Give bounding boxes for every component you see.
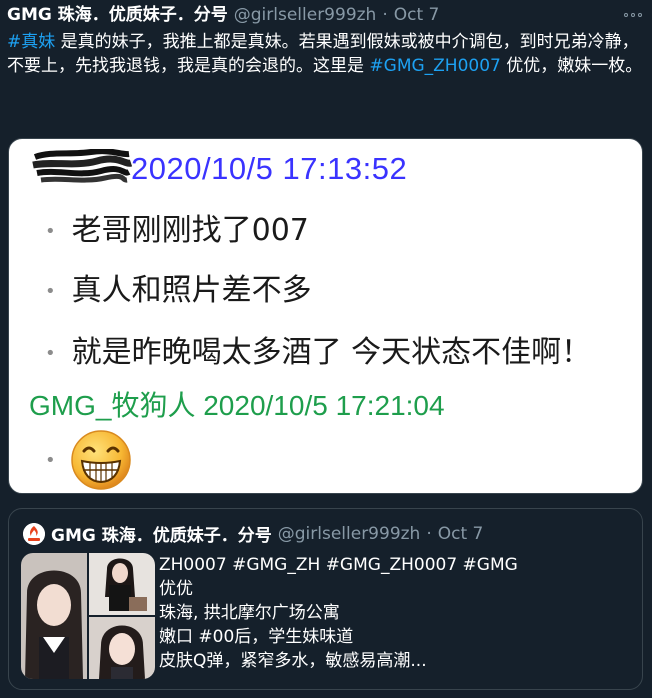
quoted-text-line: ZH0007 #GMG_ZH #GMG_ZH0007 #GMG	[159, 555, 518, 575]
tweet-header: GMG 珠海．优质妹子．分号 @girlseller999zh · Oct 7	[7, 3, 642, 27]
quoted-text-line: 优优	[159, 579, 193, 599]
hashtag-link[interactable]: #GMG_ZH0007	[369, 56, 500, 76]
avatar[interactable]	[23, 522, 45, 545]
chat-timestamp: 2020/10/5 17:13:52	[131, 151, 408, 186]
media-thumbnail[interactable]	[21, 553, 87, 679]
chat-message-text: 老哥刚刚找了007	[71, 213, 309, 248]
bullet: •	[45, 281, 56, 302]
hashtag-link[interactable]: #真妹	[7, 32, 55, 52]
chat-message: • 就是昨晚喝太多酒了 今天状态不佳啊！	[45, 327, 591, 371]
gmg-logo-icon	[23, 522, 45, 545]
chat-message: • 老哥刚刚找了007	[45, 205, 309, 249]
quoted-text-line: 珠海, 拱北摩尔广场公寓	[159, 603, 340, 623]
quoted-text-line: 皮肤Q弹，紧窄多水，敏感易高潮...	[159, 651, 427, 671]
chat-message-text: 就是昨晚喝太多酒了 今天状态不佳啊！	[71, 335, 592, 370]
quoted-media-grid[interactable]	[21, 553, 155, 679]
separator-dot: ·	[426, 523, 432, 544]
bullet: •	[45, 221, 56, 242]
quoted-tweet[interactable]: GMG 珠海．优质妹子．分号 @girlseller999zh · Oct 7	[8, 508, 643, 690]
bullet: •	[45, 449, 56, 471]
more-options-icon[interactable]	[624, 13, 642, 17]
quoted-author-handle: @girlseller999zh	[277, 523, 421, 544]
chat-message: • 真人和照片差不多	[45, 265, 312, 309]
separator-dot: ·	[382, 5, 388, 25]
photo-thumbnail-icon	[21, 553, 87, 679]
chat-emoji-message: •	[45, 429, 132, 491]
author-handle[interactable]: @girlseller999zh	[234, 4, 377, 26]
quoted-tweet-header: GMG 珠海．优质妹子．分号 @girlseller999zh · Oct 7	[23, 521, 632, 546]
tweet-date[interactable]: Oct 7	[394, 4, 440, 26]
quoted-tweet-date: Oct 7	[437, 523, 484, 544]
chat-reply-user: GMG_牧狗人 2020/10/5 17:21:04	[29, 390, 445, 421]
photo-thumbnail-icon	[89, 553, 155, 615]
tweet-media-image[interactable]: 2020/10/5 17:13:52 • 老哥刚刚找了007 • 真人和照片差不多 …	[8, 138, 643, 494]
redacted-name-scribble	[32, 149, 133, 183]
media-thumbnail[interactable]	[89, 617, 155, 679]
tweet[interactable]: GMG 珠海．优质妹子．分号 @girlseller999zh · Oct 7 …	[0, 0, 652, 698]
photo-thumbnail-icon	[89, 617, 155, 679]
grinning-face-icon	[70, 430, 131, 490]
media-thumbnail[interactable]	[89, 553, 155, 615]
tweet-text: #真妹 是真的妹子，我推上都是真妹。若果遇到假妹或被中介调包，到时兄弟冷静，不要…	[7, 30, 647, 78]
thumbnail-column	[89, 553, 155, 679]
chat-message-text: 真人和照片差不多	[71, 273, 312, 308]
quoted-tweet-text: ZH0007 #GMG_ZH #GMG_ZH0007 #GMG 优优 珠海, 拱…	[159, 553, 629, 673]
tweet-text-segment: 优优，嫩妹一枚。	[500, 56, 643, 76]
quoted-text-line: 嫩口 #00后，学生妹味道	[159, 627, 354, 647]
bullet: •	[45, 343, 56, 364]
quoted-author-display-name: GMG 珠海．优质妹子．分号	[51, 526, 272, 546]
author-display-name[interactable]: GMG 珠海．优质妹子．分号	[7, 4, 228, 26]
